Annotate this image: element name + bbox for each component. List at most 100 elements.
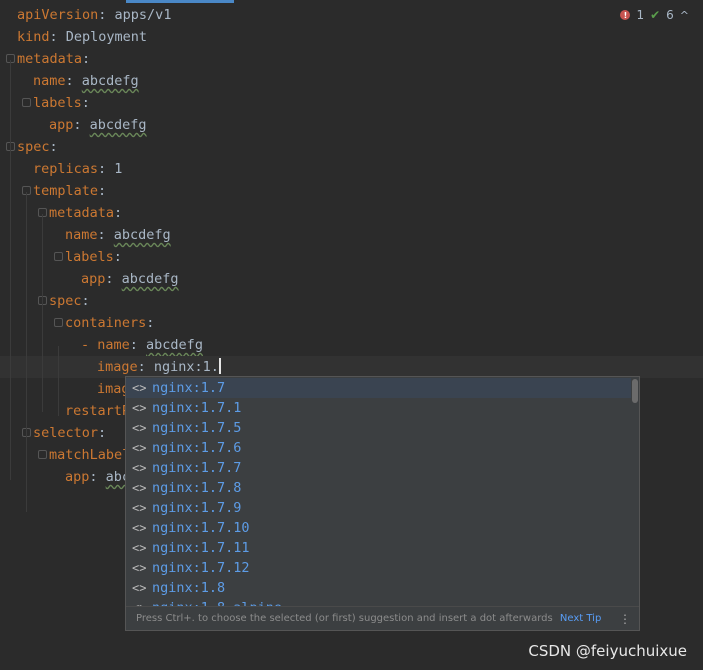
completion-item[interactable]: <> nginx:1.7.11: [126, 538, 631, 558]
code-line[interactable]: replicas: 1: [33, 158, 122, 180]
more-options-icon[interactable]: ⋮: [619, 607, 631, 630]
check-count: 6: [666, 8, 674, 22]
completion-rest: 7.6: [217, 440, 242, 456]
yaml-value: abcdefg: [113, 227, 171, 243]
yaml-value: Deployment: [65, 29, 148, 45]
completion-item[interactable]: <> nginx:1.7.1: [126, 398, 631, 418]
fold-marker-icon[interactable]: [54, 252, 63, 261]
fold-marker-icon[interactable]: [38, 450, 47, 459]
yaml-separator: :: [105, 271, 122, 287]
code-line[interactable]: template:: [33, 180, 106, 202]
completion-text: nginx:1.7.11: [152, 538, 250, 558]
code-icon: <>: [132, 521, 147, 535]
code-line[interactable]: name: abcdefg: [65, 224, 171, 246]
yaml-separator: :: [49, 29, 66, 45]
yaml-separator: :: [73, 117, 90, 133]
completion-item[interactable]: <> nginx:1.7.10: [126, 518, 631, 538]
fold-marker-icon[interactable]: [22, 98, 31, 107]
completion-match: nginx:1.: [152, 560, 218, 576]
completion-text: nginx:1.7.7: [152, 458, 241, 478]
completion-text: nginx:1.7.1: [152, 398, 241, 418]
yaml-separator: :: [89, 469, 106, 485]
code-icon: <>: [132, 441, 147, 455]
completion-match: nginx:1.: [152, 460, 218, 476]
check-icon: ✔: [650, 8, 661, 22]
completion-item[interactable]: <> nginx:1.7: [126, 378, 631, 398]
completion-match: nginx:1.: [152, 400, 218, 416]
code-line[interactable]: image: nginx:1.: [97, 356, 221, 378]
completion-rest: 7.5: [217, 420, 242, 436]
completion-footer: Press Ctrl+. to choose the selected (or …: [126, 606, 639, 630]
completion-item[interactable]: <> nginx:1.7.8: [126, 478, 631, 498]
yaml-key: replicas: [33, 161, 99, 177]
code-line[interactable]: labels:: [33, 92, 90, 114]
yaml-key: apiVersion: [17, 7, 99, 23]
completion-match: nginx:1.: [152, 480, 218, 496]
completion-item[interactable]: <> nginx:1.7.6: [126, 438, 631, 458]
completion-text: nginx:1.7.10: [152, 518, 250, 538]
completion-text: nginx:1.7.9: [152, 498, 241, 518]
inspection-status[interactable]: ! 1 ✔ 6 ^: [620, 8, 689, 22]
code-line[interactable]: apiVersion: apps/v1: [17, 4, 171, 26]
indent-guide: [26, 192, 27, 512]
code-line[interactable]: metadata:: [17, 48, 90, 70]
watermark: CSDN @feiyuchuixue: [528, 642, 687, 660]
completion-rest: 7: [217, 380, 226, 396]
yaml-separator: :: [81, 293, 90, 309]
yaml-key: app: [65, 469, 90, 485]
yaml-value: abcdefg: [146, 337, 203, 353]
indent-guide: [42, 302, 43, 412]
completion-item[interactable]: <> nginx:1.7.5: [126, 418, 631, 438]
yaml-separator: :: [97, 227, 114, 243]
completion-match: nginx:1.: [152, 440, 218, 456]
code-line[interactable]: spec:: [17, 136, 58, 158]
completion-item[interactable]: <> nginx:1.7.12: [126, 558, 631, 578]
yaml-separator: :: [98, 161, 115, 177]
completion-popup[interactable]: <> nginx:1.7 <> nginx:1.7.1 <> nginx:1.7.5 <> n…: [125, 376, 640, 631]
code-line[interactable]: matchLabel: [49, 444, 130, 466]
code-line[interactable]: app: abcdefg: [49, 114, 147, 136]
yaml-value: abcdefg: [81, 73, 139, 89]
fold-marker-icon[interactable]: [54, 318, 63, 327]
code-line[interactable]: restartP: [65, 400, 130, 422]
code-line[interactable]: metadata:: [49, 202, 122, 224]
completion-match: nginx:1.: [152, 380, 218, 396]
yaml-key: restartP: [65, 403, 131, 419]
code-line[interactable]: - name: abcdefg: [81, 334, 203, 356]
yaml-separator: :: [146, 315, 155, 331]
completion-item[interactable]: <> nginx:1.7.9: [126, 498, 631, 518]
code-line[interactable]: app: abcdefg: [81, 268, 179, 290]
yaml-separator: :: [98, 183, 107, 199]
indent-guide: [58, 346, 59, 416]
yaml-key: labels: [33, 95, 82, 111]
code-line[interactable]: kind: Deployment: [17, 26, 147, 48]
yaml-separator: :: [137, 359, 154, 375]
completion-text: nginx:1.8: [152, 578, 225, 598]
code-icon: <>: [132, 541, 147, 555]
completion-rest: 7.8: [217, 480, 242, 496]
code-line[interactable]: containers:: [65, 312, 154, 334]
code-icon: <>: [132, 581, 147, 595]
yaml-key: matchLabel: [49, 447, 131, 463]
chevron-up-icon[interactable]: ^: [680, 9, 689, 22]
completion-rest: 7.11: [217, 540, 250, 556]
yaml-key: selector: [33, 425, 99, 441]
code-line[interactable]: name: abcdefg: [33, 70, 139, 92]
code-line[interactable]: labels:: [65, 246, 122, 268]
yaml-key: labels: [65, 249, 114, 265]
completion-match: nginx:1.: [152, 420, 218, 436]
completion-item[interactable]: <> nginx:1.7.7: [126, 458, 631, 478]
completion-text: nginx:1.7.5: [152, 418, 241, 438]
code-line[interactable]: selector:: [33, 422, 106, 444]
yaml-key: name: [65, 227, 98, 243]
yaml-key: app: [81, 271, 106, 287]
yaml-key: metadata: [17, 51, 83, 67]
completion-text: nginx:1.7.12: [152, 558, 250, 578]
completion-rest: 8: [217, 580, 226, 596]
completion-item[interactable]: <> nginx:1.8: [126, 578, 631, 598]
code-line[interactable]: app: abc: [65, 466, 130, 488]
code-line[interactable]: spec:: [49, 290, 90, 312]
error-count: 1: [636, 8, 645, 22]
completion-scrollbar[interactable]: [632, 379, 638, 403]
next-tip-link[interactable]: Next Tip: [560, 613, 601, 624]
